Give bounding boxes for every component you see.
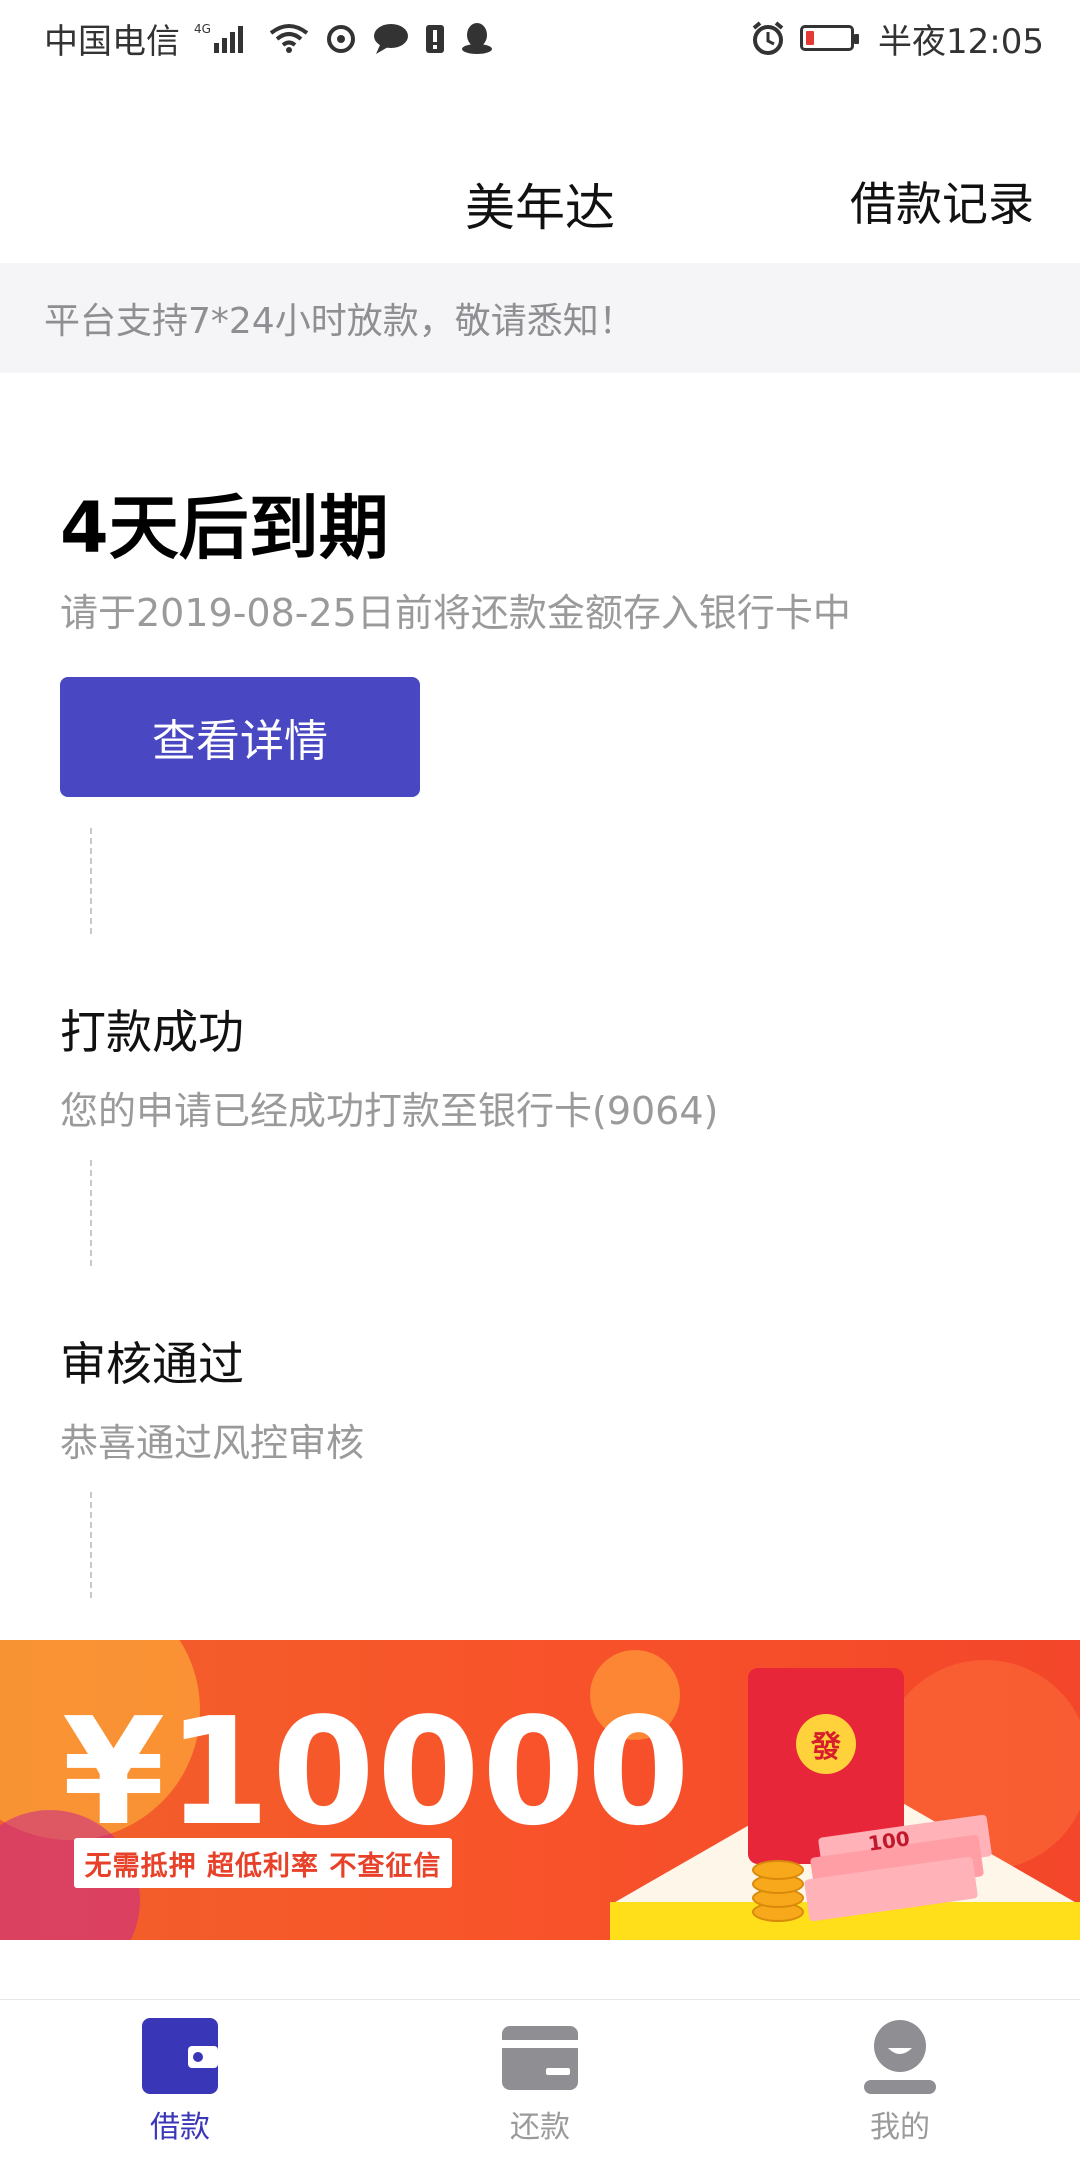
qq-icon <box>460 21 494 55</box>
coin-icon <box>752 1860 804 1880</box>
timeline-step-title: 审核通过 <box>60 1337 244 1391</box>
banner-amount: ¥10000 <box>62 1686 692 1858</box>
timeline-connector <box>90 1160 92 1266</box>
weibo-icon <box>324 21 358 55</box>
tab-me[interactable]: 我的 <box>720 2000 1080 2160</box>
status-bar-left: 中国电信 4G <box>44 14 494 63</box>
timeline-step-subtitle: 您的申请已经成功打款至银行卡(9064) <box>60 1089 719 1133</box>
promo-banner[interactable]: ¥10000 无需抵押 超低利率 不查征信 發 100 <box>0 1640 1080 1940</box>
tab-label: 还款 <box>510 2110 570 2145</box>
app-header: 美年达 借款记录 <box>0 140 1080 260</box>
view-details-button[interactable]: 查看详情 <box>60 677 420 797</box>
banner-tagline: 无需抵押 超低利率 不查征信 <box>74 1838 452 1888</box>
tab-label: 我的 <box>870 2110 930 2145</box>
card-icon <box>502 2026 578 2090</box>
due-title: 4天后到期 <box>60 487 389 569</box>
timeline-connector <box>90 1492 92 1598</box>
clock-time: 半夜12:05 <box>878 21 1044 62</box>
tab-borrow[interactable]: 借款 <box>0 2000 360 2160</box>
bottom-tab-bar: 借款 还款 我的 <box>0 1999 1080 2160</box>
alarm-icon <box>750 20 786 56</box>
battery-icon <box>800 25 860 51</box>
message-icon <box>372 21 410 55</box>
status-bar-right: 半夜12:05 <box>750 14 1044 63</box>
profile-icon <box>864 2020 936 2094</box>
due-subtitle: 请于2019-08-25日前将还款金额存入银行卡中 <box>60 591 851 635</box>
notice-bar: 平台支持7*24小时放款，敬请悉知！ <box>0 263 1080 373</box>
tab-label: 借款 <box>150 2110 210 2145</box>
timeline-connector <box>90 828 92 934</box>
battery-alert-icon <box>424 21 446 55</box>
notice-text: 平台支持7*24小时放款，敬请悉知！ <box>44 301 635 342</box>
timeline-step-subtitle: 恭喜通过风控审核 <box>60 1421 365 1465</box>
wallet-icon <box>142 2018 218 2094</box>
wifi-icon <box>268 21 310 55</box>
carrier-name: 中国电信 <box>44 21 180 62</box>
cellular-signal-icon: 4G <box>194 21 254 55</box>
timeline-step-title: 打款成功 <box>60 1005 244 1059</box>
envelope-seal: 發 <box>796 1714 856 1774</box>
loan-records-link[interactable]: 借款记录 <box>850 168 1034 234</box>
svg-text:4G: 4G <box>194 22 211 36</box>
status-bar: 中国电信 4G 半夜12:05 <box>0 0 1080 76</box>
tab-repay[interactable]: 还款 <box>360 2000 720 2160</box>
